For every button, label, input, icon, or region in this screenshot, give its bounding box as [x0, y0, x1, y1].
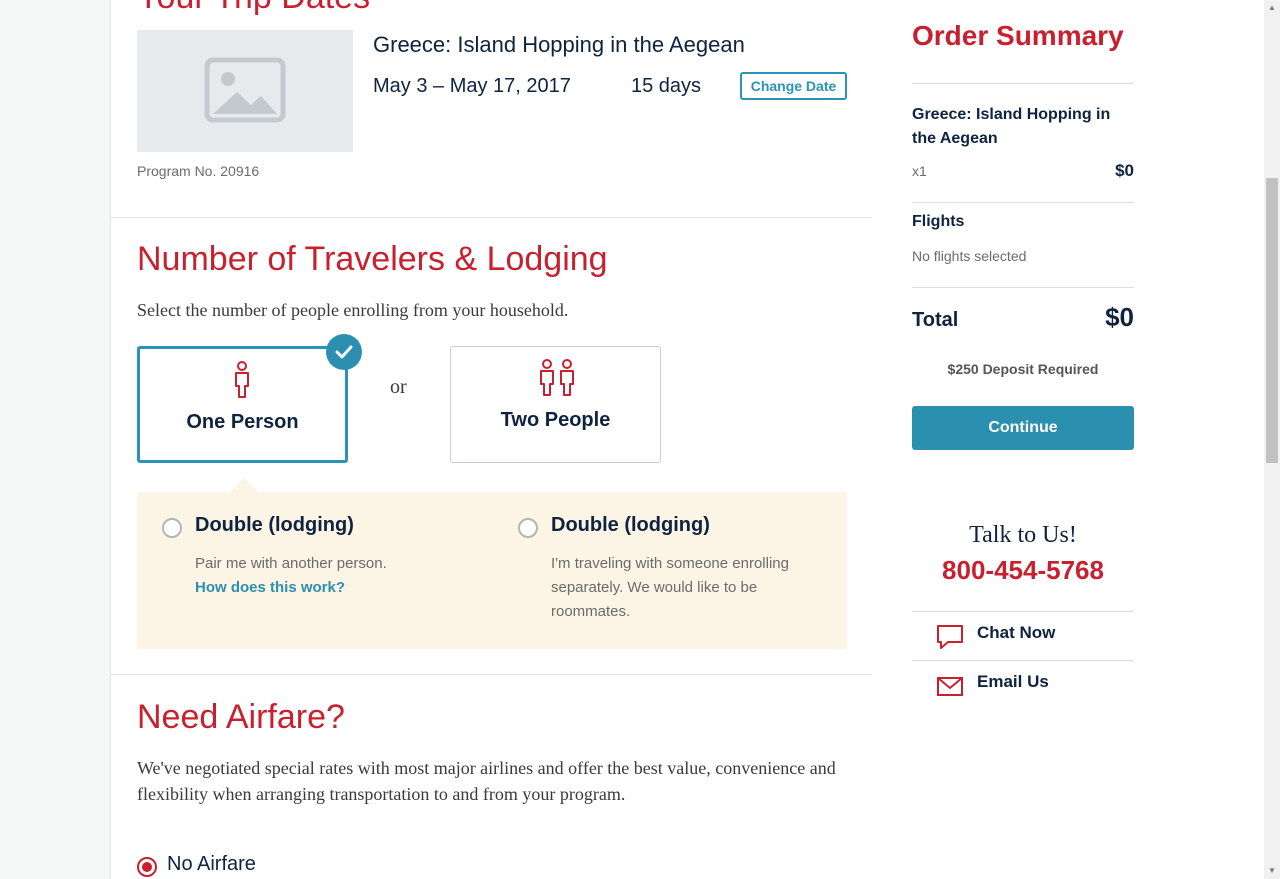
image-placeholder-icon	[204, 57, 286, 123]
lodging-option-description: I'm traveling with someone enrolling sep…	[551, 555, 789, 620]
scroll-up-icon[interactable]: ▲	[1264, 0, 1280, 16]
one-person-label: One Person	[186, 411, 299, 433]
section-divider	[111, 217, 872, 218]
lodging-option-description: Pair me with another person. How does th…	[195, 552, 387, 600]
summary-flights-value: No flights selected	[912, 248, 1027, 264]
chat-now-link[interactable]: Chat Now	[912, 611, 1134, 659]
continue-button[interactable]: Continue	[912, 406, 1134, 450]
summary-total-label: Total	[912, 309, 959, 331]
envelope-icon	[937, 677, 963, 696]
airfare-description: We've negotiated special rates with most…	[137, 758, 836, 804]
selected-check-icon	[326, 334, 362, 370]
chat-now-label: Chat Now	[977, 623, 1056, 642]
lodging-radio-roommate[interactable]	[518, 518, 538, 538]
trip-image	[137, 30, 353, 152]
lodging-option-title: Double (lodging)	[195, 514, 354, 536]
program-number: Program No. 20916	[137, 163, 260, 179]
main-content: Your Trip Dates Greece: Island Hopping i…	[110, 0, 873, 879]
chat-bubble-icon	[937, 625, 963, 649]
summary-item-price: $0	[1115, 161, 1134, 180]
travelers-hint: Select the number of people enrolling fr…	[137, 300, 569, 320]
section-divider	[111, 674, 872, 675]
trip-duration: 15 days	[631, 75, 702, 97]
deposit-note: $250 Deposit Required	[947, 361, 1099, 377]
trip-dates: May 3 – May 17, 2017	[373, 75, 571, 97]
email-us-label: Email Us	[977, 672, 1049, 691]
no-airfare-radio[interactable]	[137, 857, 157, 877]
no-airfare-label[interactable]: No Airfare	[167, 853, 256, 876]
talk-to-us-title: Talk to Us!	[969, 522, 1077, 548]
lodging-option-title: Double (lodging)	[551, 514, 710, 536]
summary-divider	[912, 287, 1134, 288]
lodging-radio-pair[interactable]	[162, 518, 182, 538]
two-people-card[interactable]: Two People	[450, 346, 661, 463]
change-date-button[interactable]: Change Date	[740, 72, 847, 100]
two-people-icon	[540, 359, 574, 396]
travelers-heading: Number of Travelers & Lodging	[137, 240, 608, 278]
scrollbar-thumb[interactable]	[1266, 178, 1278, 463]
summary-item-name: Greece: Island Hopping in the Aegean	[912, 106, 1111, 147]
or-separator: or	[390, 376, 407, 398]
how-does-this-work-link[interactable]: How does this work?	[195, 576, 387, 600]
summary-divider	[912, 83, 1134, 84]
lodging-options: Double (lodging) Pair me with another pe…	[137, 492, 847, 649]
summary-total-value: $0	[1105, 302, 1134, 332]
one-person-card[interactable]: One Person	[137, 346, 348, 463]
order-summary-title: Order Summary	[912, 20, 1124, 51]
scroll-down-icon[interactable]: ▼	[1264, 863, 1280, 879]
lodging-pair-text: Pair me with another person.	[195, 555, 387, 572]
summary-divider	[912, 202, 1134, 203]
phone-number[interactable]: 800-454-5768	[912, 555, 1134, 586]
airfare-heading: Need Airfare?	[137, 698, 345, 736]
two-people-label: Two People	[500, 409, 611, 431]
selection-pointer	[229, 478, 259, 493]
page-scrollbar[interactable]: ▲ ▼	[1264, 0, 1280, 879]
trip-dates-heading: Your Trip Dates	[137, 0, 370, 17]
email-us-link[interactable]: Email Us	[912, 660, 1134, 708]
summary-item-qty: x1	[912, 163, 927, 179]
trip-title: Greece: Island Hopping in the Aegean	[373, 32, 745, 57]
summary-flights-label: Flights	[912, 213, 965, 230]
order-sidebar: Order Summary Greece: Island Hopping in …	[872, 0, 1264, 879]
single-person-icon	[235, 361, 249, 398]
